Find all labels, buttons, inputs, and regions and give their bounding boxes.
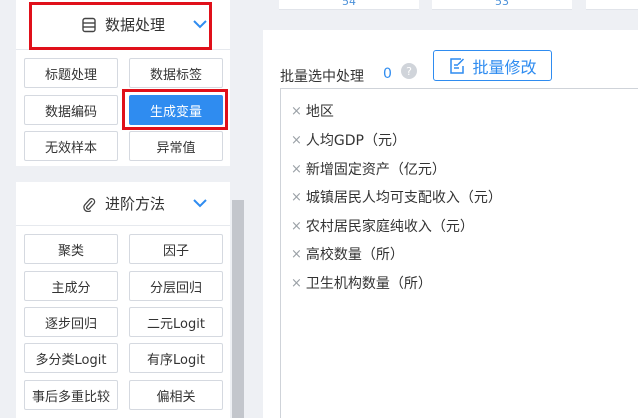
close-icon[interactable]: ×: [291, 219, 302, 234]
chevron-down-icon[interactable]: [192, 16, 208, 36]
generate-variable-button[interactable]: 生成变量: [129, 95, 223, 125]
close-icon[interactable]: ×: [291, 162, 302, 177]
batch-modify-button[interactable]: 批量修改: [433, 50, 552, 81]
variable-label: 地区: [305, 104, 334, 120]
data-processing-title: 数据处理: [104, 16, 165, 34]
sidebar: 数据处理 标题处理 数据标签 数据编码 生成变量 无效样本 异常值 进阶方法 聚…: [0, 0, 246, 418]
data-label-button[interactable]: 数据标签: [129, 58, 223, 88]
stat-card-value: 54: [342, 0, 356, 8]
variable-label: 新增固定资产（亿元）: [305, 162, 446, 178]
variable-label: 农村居民家庭纯收入（元）: [305, 219, 474, 235]
batch-modify-label: 批量修改: [472, 57, 537, 77]
batch-select-label: 批量选中处理: [280, 69, 364, 85]
partial-correlation-button[interactable]: 偏相关: [129, 380, 223, 410]
variable-tag: × 新增固定资产（亿元）: [291, 159, 446, 179]
multinomial-logit-button[interactable]: 多分类Logit: [24, 343, 118, 373]
stat-card: 53: [432, 0, 572, 10]
variable-tag: × 农村居民家庭纯收入（元）: [291, 216, 474, 236]
data-encoding-button[interactable]: 数据编码: [24, 95, 118, 125]
stat-card-value: 53: [495, 0, 509, 8]
close-icon[interactable]: ×: [291, 247, 302, 262]
binary-logit-button[interactable]: 二元Logit: [129, 307, 223, 337]
variable-tag: × 卫生机构数量（所）: [291, 273, 432, 293]
factor-button[interactable]: 因子: [129, 234, 223, 264]
close-icon[interactable]: ×: [291, 276, 302, 291]
variable-tag: × 地区: [291, 101, 334, 121]
variable-tag: × 城镇居民人均可支配收入（元）: [291, 187, 502, 207]
close-icon[interactable]: ×: [291, 190, 302, 205]
close-icon[interactable]: ×: [291, 133, 302, 148]
title-processing-button[interactable]: 标题处理: [24, 58, 118, 88]
invalid-sample-button[interactable]: 无效样本: [24, 131, 118, 161]
database-icon: [81, 17, 97, 33]
main-panel: 批量选中处理 0 ? 批量修改 × 地区 × 人均GDP（元） × 新增固定资产…: [263, 30, 638, 418]
data-processing-panel: 数据处理 标题处理 数据标签 数据编码 生成变量 无效样本 异常值: [16, 0, 230, 166]
hierarchical-regression-button[interactable]: 分层回归: [129, 271, 223, 301]
data-processing-header[interactable]: 数据处理: [16, 0, 230, 50]
sidebar-scrollbar-thumb[interactable]: [232, 200, 244, 418]
stat-card: [586, 0, 638, 10]
post-hoc-comparison-button[interactable]: 事后多重比较: [24, 380, 118, 410]
batch-select-count: 0: [383, 66, 392, 82]
ordinal-logit-button[interactable]: 有序Logit: [129, 343, 223, 373]
variable-label: 卫生机构数量（所）: [305, 276, 432, 292]
advanced-methods-panel: 进阶方法 聚类 因子 主成分 分层回归 逐步回归 二元Logit 多分类Logi…: [16, 182, 230, 418]
close-icon[interactable]: ×: [291, 104, 302, 119]
cluster-button[interactable]: 聚类: [24, 234, 118, 264]
variable-tag: × 高校数量（所）: [291, 244, 404, 264]
advanced-methods-header[interactable]: 进阶方法: [16, 182, 230, 226]
principal-component-button[interactable]: 主成分: [24, 271, 118, 301]
advanced-methods-title: 进阶方法: [104, 195, 165, 213]
variable-label: 高校数量（所）: [305, 247, 404, 263]
outlier-button[interactable]: 异常值: [129, 131, 223, 161]
help-icon[interactable]: ?: [401, 63, 417, 79]
variable-list: × 地区 × 人均GDP（元） × 新增固定资产（亿元） × 城镇居民人均可支配…: [280, 88, 638, 418]
stat-card: 54: [279, 0, 419, 10]
stepwise-regression-button[interactable]: 逐步回归: [24, 307, 118, 337]
paperclip-icon: [81, 196, 97, 212]
variable-label: 人均GDP（元）: [305, 133, 406, 149]
variable-label: 城镇居民人均可支配收入（元）: [305, 190, 502, 206]
chevron-down-icon[interactable]: [192, 195, 208, 215]
edit-icon: [448, 57, 466, 75]
variable-tag: × 人均GDP（元）: [291, 130, 406, 150]
